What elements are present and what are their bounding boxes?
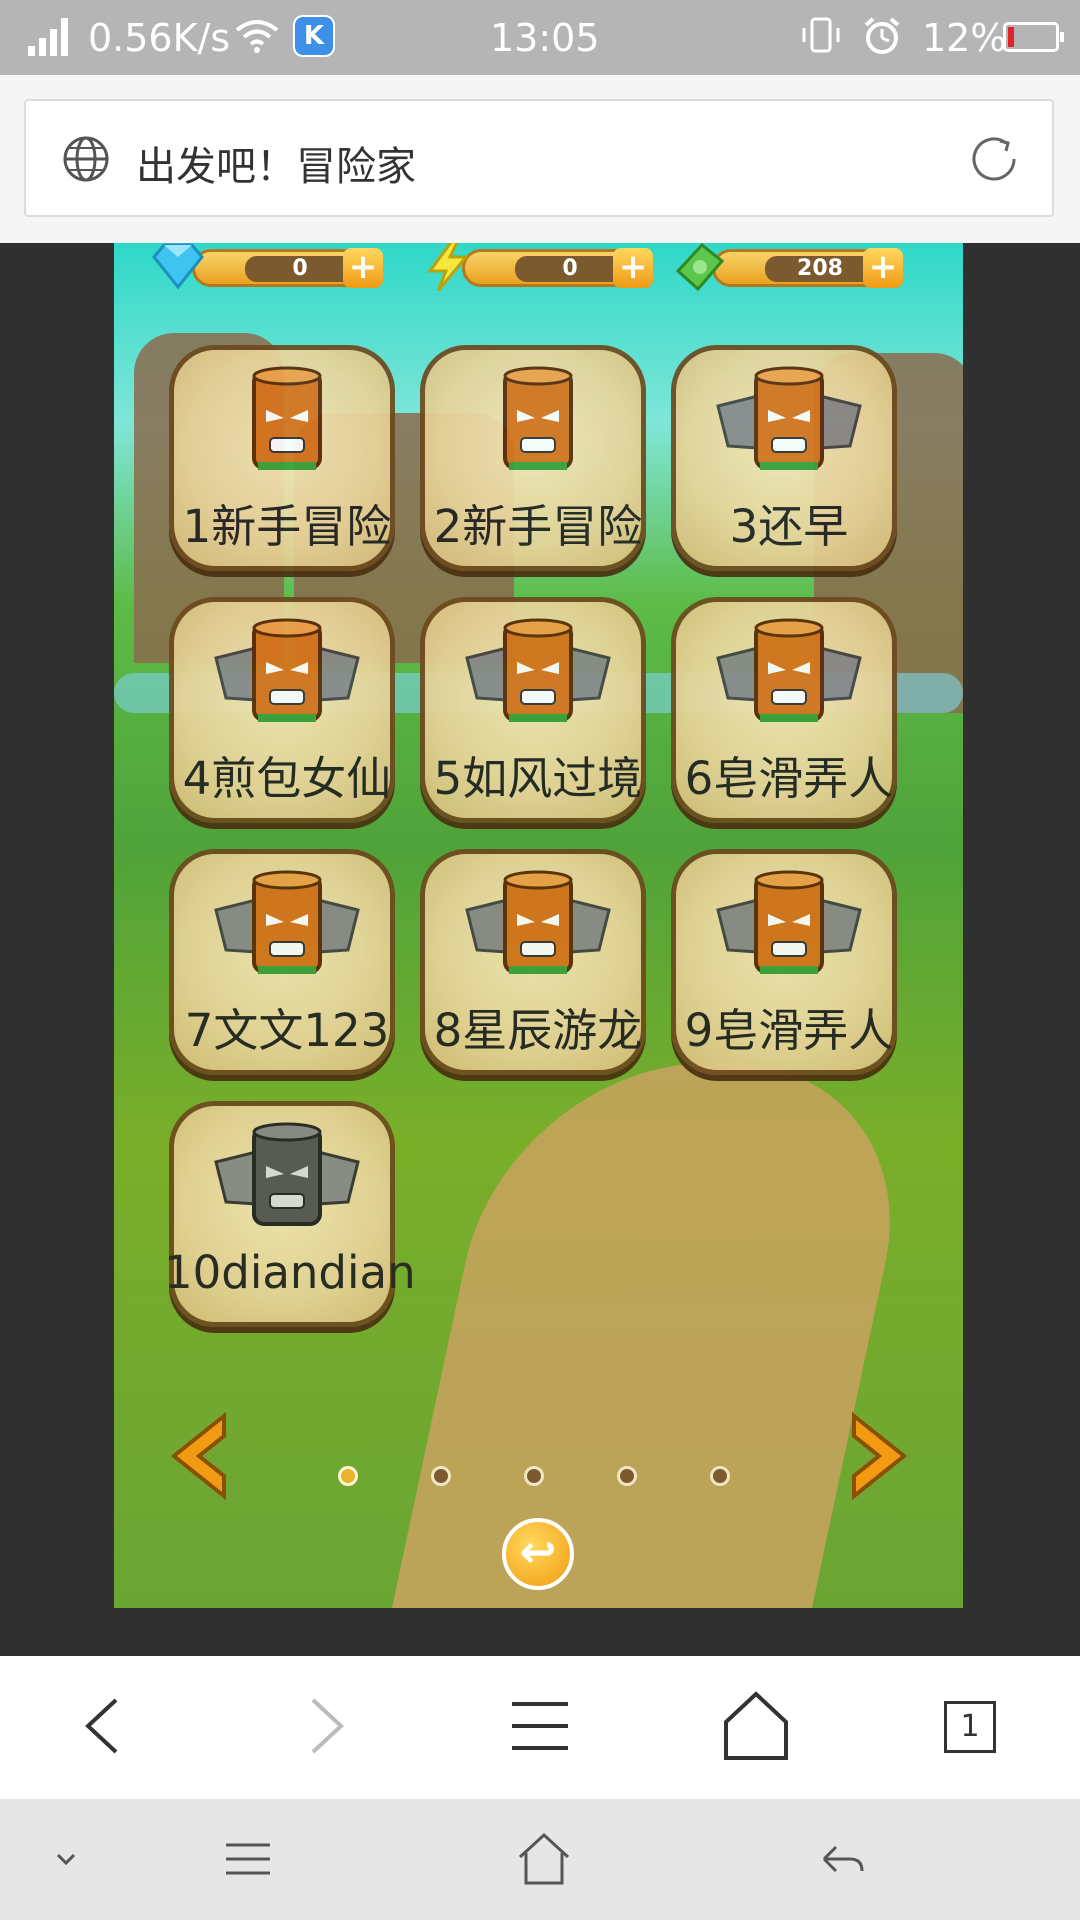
home-icon[interactable]: [514, 1829, 574, 1889]
level-tile-10[interactable]: 10diandian: [164, 1101, 416, 1327]
browser-toolbar: [0, 1656, 1080, 1799]
level-label: 7文文123: [184, 1004, 390, 1057]
level-label: 10diandian: [164, 1246, 416, 1299]
wifi-icon: [235, 20, 279, 53]
level-tile-8[interactable]: 8星辰游龙: [420, 849, 646, 1075]
address-bar-area: 出发吧！冒险家: [0, 75, 1080, 243]
add-cash-button[interactable]: +: [863, 248, 903, 288]
next-page-arrow-icon[interactable]: [844, 1411, 914, 1501]
tabs-button[interactable]: 1: [944, 1701, 996, 1753]
level-tile-9[interactable]: 9皂滑弄人: [671, 849, 897, 1075]
diamond-count: 0: [245, 256, 355, 282]
level-label: 9皂滑弄人: [684, 1004, 894, 1057]
menu-icon[interactable]: [218, 1829, 278, 1889]
status-bar: 0.56K/s K 13:05 12%: [0, 0, 1080, 75]
winged-tiki-mask-icon: [716, 618, 862, 722]
chevron-down-icon[interactable]: [36, 1829, 96, 1889]
winged-tiki-mask-icon: [465, 618, 611, 722]
app-notification-icon: K: [293, 15, 335, 57]
level-label: 3还早: [729, 500, 849, 553]
add-energy-button[interactable]: +: [613, 248, 653, 288]
add-diamond-button[interactable]: +: [343, 248, 383, 288]
alarm-icon: [864, 17, 900, 54]
level-label: 2新手冒险: [433, 500, 643, 553]
battery-percent: 12%: [922, 16, 1007, 60]
menu-icon[interactable]: [500, 1686, 580, 1766]
net-speed: 0.56K/s: [88, 16, 231, 60]
winged-tiki-mask-icon: [716, 870, 862, 974]
forward-icon[interactable]: [283, 1686, 363, 1766]
level-label: 4煎包女仙: [182, 752, 392, 805]
diamond-icon: [152, 243, 204, 290]
page-dot-3[interactable]: [524, 1466, 544, 1486]
return-icon[interactable]: [810, 1829, 870, 1889]
tiki-mask-icon: [503, 366, 573, 470]
signal-icon: [28, 18, 68, 56]
clock: 13:05: [490, 16, 600, 60]
page-dot-5[interactable]: [710, 1466, 730, 1486]
level-label: 1新手冒险: [182, 500, 392, 553]
globe-icon: [63, 136, 109, 182]
level-label: 6皂滑弄人: [684, 752, 894, 805]
page-dot-2[interactable]: [431, 1466, 451, 1486]
system-nav-bar: [0, 1799, 1080, 1920]
level-tile-3[interactable]: 3还早: [671, 345, 897, 571]
cash-icon: [675, 243, 724, 291]
level-label: 8星辰游龙: [433, 1004, 643, 1057]
background-path: [380, 1063, 928, 1608]
game-canvas[interactable]: 0 + 0 + 208 + 1新手冒险 2新手冒险 3还早 4煎包女仙 5如风过…: [114, 243, 963, 1608]
tiki-mask-icon: [252, 366, 322, 470]
winged-tiki-mask-icon: [214, 870, 360, 974]
level-tile-2[interactable]: 2新手冒险: [420, 345, 646, 571]
level-tile-1[interactable]: 1新手冒险: [169, 345, 395, 571]
previous-page-arrow-icon[interactable]: [164, 1411, 234, 1501]
lightning-icon: [427, 243, 470, 291]
game-back-button[interactable]: ↩: [502, 1518, 574, 1590]
level-tile-5[interactable]: 5如风过境: [420, 597, 646, 823]
page-dot-4[interactable]: [617, 1466, 637, 1486]
back-icon[interactable]: [66, 1686, 146, 1766]
page-title: 出发吧！冒险家: [136, 144, 416, 190]
home-icon[interactable]: [716, 1686, 796, 1766]
vibrate-icon: [802, 17, 840, 53]
winged-tiki-mask-icon: [716, 366, 862, 470]
cash-count: 208: [765, 256, 875, 282]
level-tile-6[interactable]: 6皂滑弄人: [671, 597, 897, 823]
reload-icon[interactable]: [966, 131, 1022, 187]
energy-count: 0: [515, 256, 625, 282]
level-tile-7[interactable]: 7文文123: [169, 849, 395, 1075]
address-bar[interactable]: 出发吧！冒险家: [24, 99, 1054, 217]
level-label: 5如风过境: [433, 752, 643, 805]
level-tile-4[interactable]: 4煎包女仙: [169, 597, 395, 823]
page-dot-1[interactable]: [338, 1466, 358, 1486]
battery-icon: [1003, 22, 1064, 52]
winged-tiki-mask-icon: [465, 870, 611, 974]
winged-tiki-mask-icon: [214, 618, 360, 722]
locked-tiki-mask-icon: [214, 1122, 360, 1226]
